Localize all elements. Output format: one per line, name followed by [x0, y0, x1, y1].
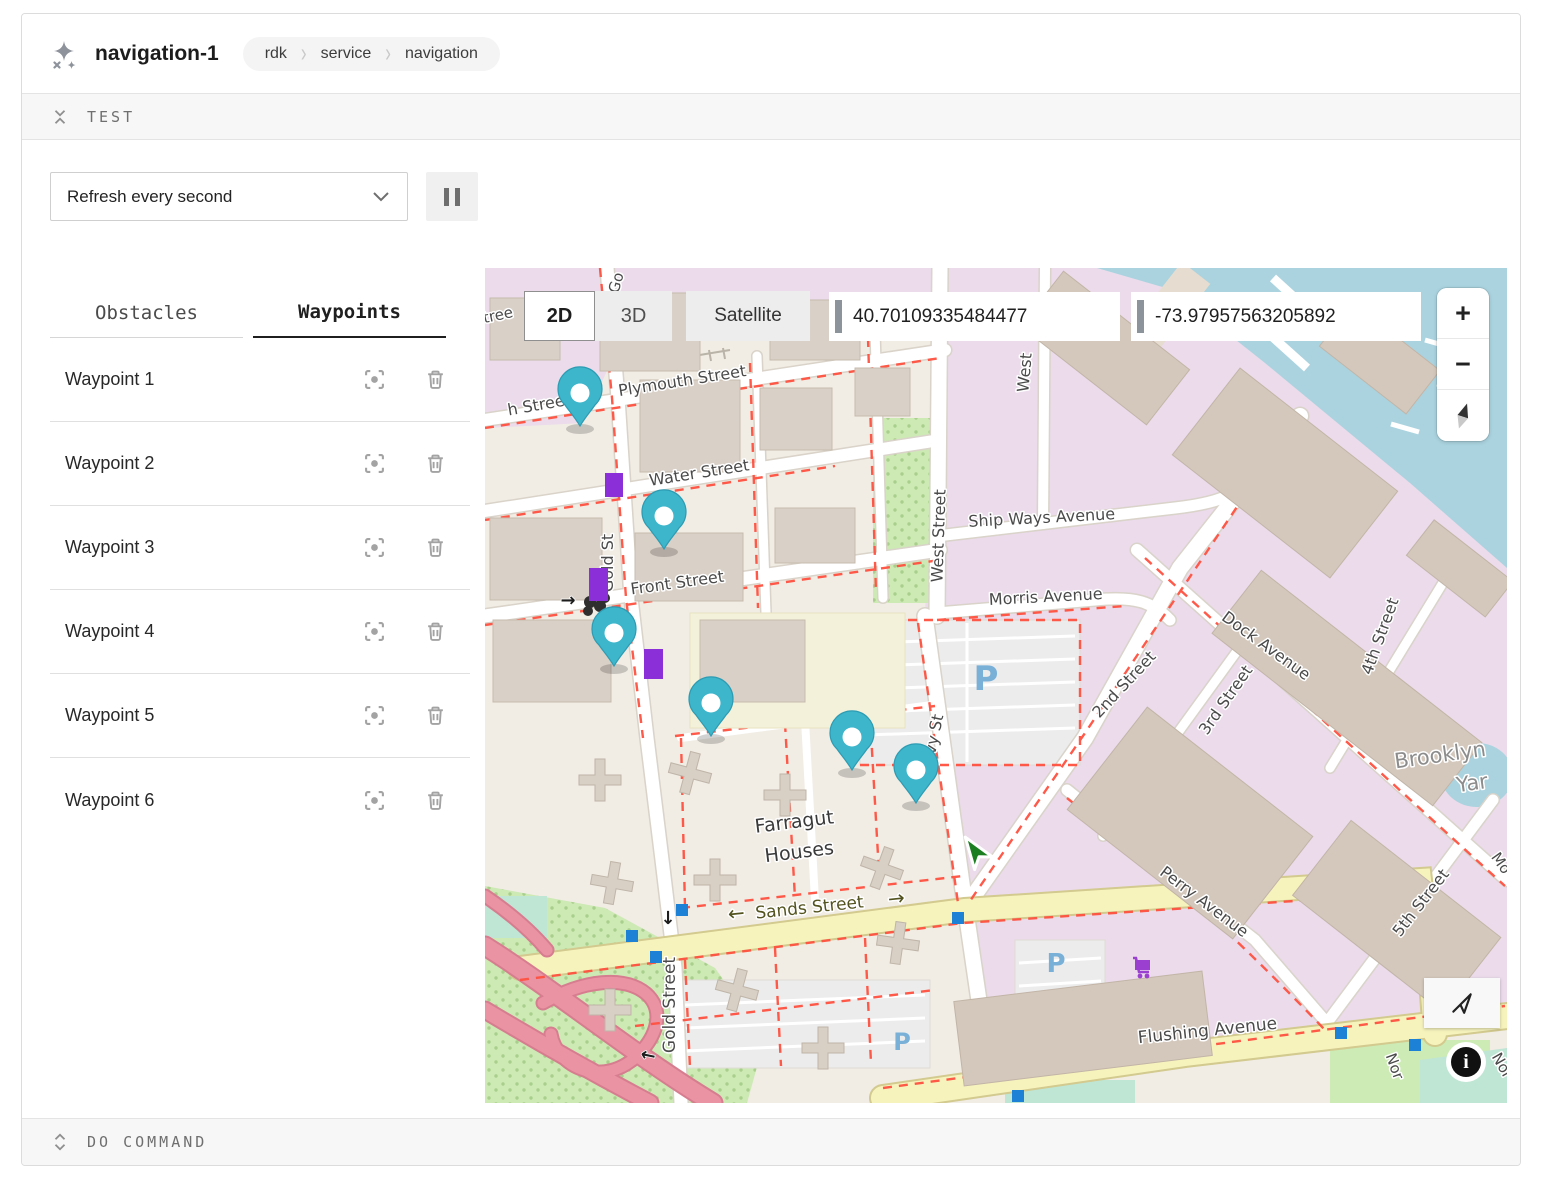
- waypoint-row: Waypoint 1: [50, 338, 470, 422]
- waypoint-name: Waypoint 3: [65, 537, 364, 558]
- tab-list: Obstacles Waypoints: [50, 268, 470, 338]
- compass-button[interactable]: [1437, 390, 1489, 441]
- delete-waypoint-icon[interactable]: [425, 369, 446, 390]
- waypoint-list: Waypoint 1 Waypoint 2 Waypoint 3: [50, 338, 470, 842]
- delete-waypoint-icon[interactable]: [425, 621, 446, 642]
- navigation-arrow-icon: [1449, 990, 1475, 1016]
- do-command-section-header[interactable]: DO COMMAND: [22, 1118, 1520, 1165]
- waypoint-name: Waypoint 6: [65, 790, 364, 811]
- breadcrumb-item: rdk: [265, 45, 287, 63]
- parking-icon: P: [1046, 949, 1065, 979]
- focus-waypoint-icon[interactable]: [364, 705, 385, 726]
- compass-icon: [1445, 398, 1481, 434]
- street-label: →: [560, 590, 575, 611]
- latitude-input[interactable]: 40.70109335484477: [829, 292, 1120, 341]
- obstacle-marker[interactable]: [589, 568, 608, 601]
- breadcrumb: rdk › service › navigation: [243, 37, 500, 71]
- navigation-service-icon: [49, 39, 79, 69]
- focus-waypoint-icon[interactable]: [364, 790, 385, 811]
- map-svg: h StreetPlymouth StreetWater StreetGold …: [485, 268, 1507, 1103]
- map-mode-3d-button[interactable]: 3D: [595, 291, 672, 341]
- page-title: navigation-1: [95, 42, 219, 66]
- longitude-input[interactable]: -73.97957563205892: [1131, 292, 1421, 341]
- signal-marker: [1012, 1090, 1024, 1102]
- street-label: ←: [727, 900, 746, 926]
- focus-waypoint-icon[interactable]: [364, 369, 385, 390]
- satellite-toggle-button[interactable]: Satellite: [686, 291, 810, 341]
- signal-marker: [1409, 1039, 1421, 1051]
- signal-marker: [650, 951, 662, 963]
- focus-waypoint-icon[interactable]: [364, 537, 385, 558]
- waypoint-row: Waypoint 6: [50, 758, 470, 842]
- refresh-controls: Refresh every second: [22, 140, 1520, 252]
- zoom-in-button[interactable]: +: [1437, 288, 1489, 339]
- street-label: Gold Street: [660, 957, 680, 1053]
- street-label: Yar: [1454, 769, 1490, 797]
- pause-icon: [455, 188, 460, 206]
- delete-waypoint-icon[interactable]: [425, 453, 446, 474]
- waypoint-row: Waypoint 2: [50, 422, 470, 506]
- street-label: ↓: [660, 908, 675, 929]
- focus-waypoint-icon[interactable]: [364, 453, 385, 474]
- parking-icon: P: [893, 1028, 911, 1056]
- street-label: West: [1013, 352, 1035, 393]
- collapse-icon: [51, 108, 69, 126]
- signal-marker: [676, 904, 688, 916]
- street-label: →: [887, 885, 906, 911]
- waypoint-name: Waypoint 5: [65, 705, 364, 726]
- tab-waypoints[interactable]: Waypoints: [253, 301, 446, 338]
- waypoint-row: Waypoint 4: [50, 590, 470, 674]
- waypoint-row: Waypoint 5: [50, 674, 470, 758]
- zoom-out-button[interactable]: −: [1437, 339, 1489, 390]
- waypoint-row: Waypoint 3: [50, 506, 470, 590]
- expand-icon: [51, 1133, 69, 1151]
- signal-marker: [626, 930, 638, 942]
- test-section-header[interactable]: TEST: [22, 93, 1520, 140]
- waypoint-name: Waypoint 1: [65, 369, 364, 390]
- do-command-label: DO COMMAND: [87, 1133, 207, 1151]
- delete-waypoint-icon[interactable]: [425, 705, 446, 726]
- obstacle-marker[interactable]: [644, 649, 663, 679]
- breadcrumb-separator-icon: ›: [385, 39, 391, 69]
- signal-marker: [952, 912, 964, 924]
- info-icon: i: [1451, 1047, 1481, 1077]
- pause-button[interactable]: [426, 172, 478, 221]
- parking-icon: P: [974, 659, 999, 699]
- main-content: Obstacles Waypoints Waypoint 1 Waypoint …: [22, 252, 1520, 1103]
- waypoints-panel: Obstacles Waypoints Waypoint 1 Waypoint …: [50, 268, 470, 1103]
- waypoint-name: Waypoint 4: [65, 621, 364, 642]
- delete-waypoint-icon[interactable]: [425, 790, 446, 811]
- breadcrumb-item: navigation: [405, 45, 478, 63]
- breadcrumb-separator-icon: ›: [301, 39, 307, 69]
- delete-waypoint-icon[interactable]: [425, 537, 446, 558]
- navigation-card: navigation-1 rdk › service › navigation …: [21, 13, 1521, 1166]
- map-zoom-controls: + −: [1437, 288, 1489, 441]
- refresh-rate-select[interactable]: Refresh every second: [50, 172, 408, 221]
- refresh-rate-value: Refresh every second: [67, 187, 232, 207]
- breadcrumb-item: service: [321, 45, 372, 63]
- card-header: navigation-1 rdk › service › navigation: [22, 14, 1520, 93]
- focus-waypoint-icon[interactable]: [364, 621, 385, 642]
- recenter-button[interactable]: [1424, 978, 1500, 1028]
- signal-marker: [1335, 1027, 1347, 1039]
- map-mode-2d-button[interactable]: 2D: [524, 291, 595, 341]
- chevron-down-icon: [373, 192, 389, 202]
- waypoint-name: Waypoint 2: [65, 453, 364, 474]
- map-container[interactable]: h StreetPlymouth StreetWater StreetGold …: [485, 268, 1507, 1103]
- pause-icon: [444, 188, 449, 206]
- test-section-label: TEST: [87, 108, 135, 126]
- obstacle-marker[interactable]: [605, 473, 623, 497]
- tab-obstacles[interactable]: Obstacles: [50, 302, 243, 338]
- street-label: West Street: [927, 489, 949, 583]
- attribution-button[interactable]: i: [1446, 1042, 1486, 1082]
